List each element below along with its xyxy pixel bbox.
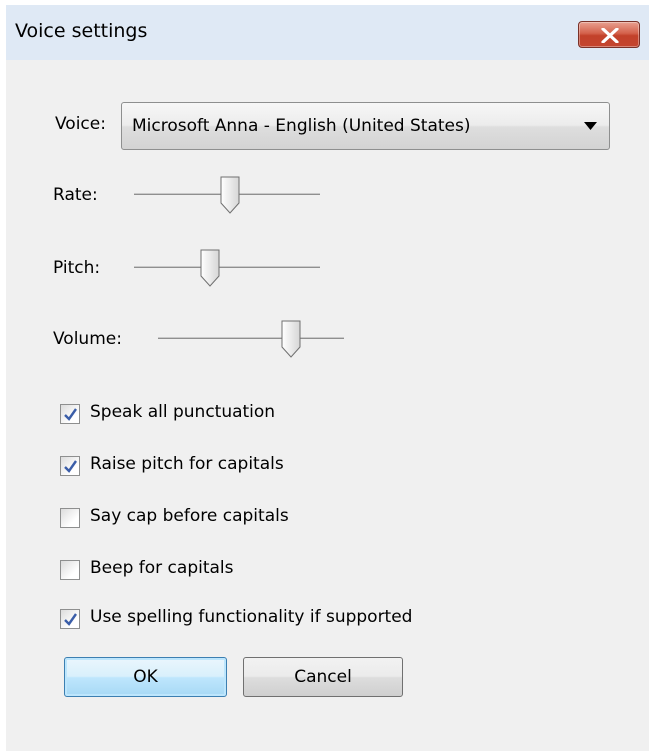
title-bar[interactable]: Voice settings [6,5,649,60]
raise-pitch-label[interactable]: Raise pitch for capitals [90,454,284,474]
spelling-functionality-label[interactable]: Use spelling functionality if supported [90,607,412,627]
pitch-label: Pitch: [53,258,101,278]
cancel-button[interactable]: Cancel [243,657,403,697]
volume-slider-thumb[interactable] [281,320,301,358]
voice-select-value: Microsoft Anna - English (United States) [132,116,471,136]
voice-select[interactable]: Microsoft Anna - English (United States) [121,102,610,150]
window-title: Voice settings [15,20,148,42]
beep-capitals-label[interactable]: Beep for capitals [90,558,234,578]
volume-slider[interactable] [158,320,344,360]
ok-button[interactable]: OK [64,657,227,697]
check-mark-icon [64,460,77,473]
pitch-slider-thumb[interactable] [200,249,220,287]
beep-capitals-checkbox[interactable] [60,560,80,580]
check-mark-icon [64,408,77,421]
rate-label: Rate: [53,185,98,205]
rate-slider-thumb[interactable] [220,176,240,214]
spelling-functionality-checkbox[interactable] [60,609,80,629]
speak-punctuation-checkbox[interactable] [60,404,80,424]
volume-label: Volume: [53,329,122,349]
check-mark-icon [64,613,77,626]
raise-pitch-checkbox[interactable] [60,456,80,476]
rate-slider[interactable] [134,176,320,216]
say-cap-checkbox[interactable] [60,508,80,528]
close-x-icon [601,28,619,43]
voice-label: Voice: [55,114,106,134]
close-button[interactable] [578,21,640,48]
pitch-slider[interactable] [134,249,320,289]
dropdown-arrow-icon [584,122,597,130]
say-cap-label[interactable]: Say cap before capitals [90,506,289,526]
speak-punctuation-label[interactable]: Speak all punctuation [90,402,275,422]
